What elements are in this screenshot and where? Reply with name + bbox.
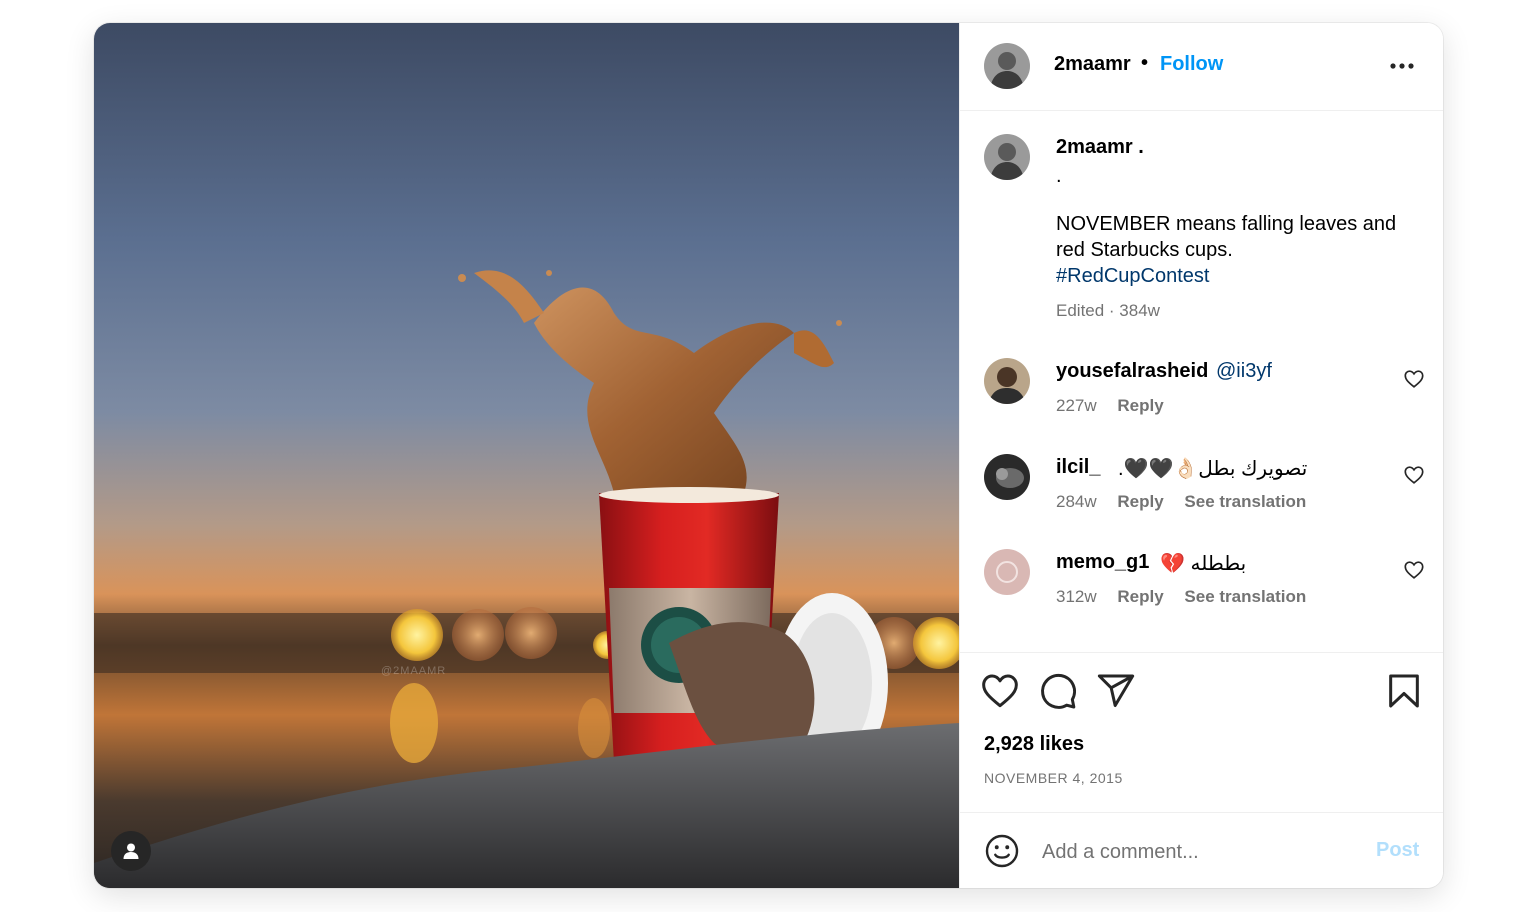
reply-button[interactable]: Reply: [1117, 396, 1163, 415]
commenter-avatar[interactable]: [984, 549, 1030, 595]
heart-icon[interactable]: [980, 671, 1020, 711]
post-date: NOVEMBER 4, 2015: [984, 770, 1123, 786]
caption-author-avatar[interactable]: [984, 134, 1030, 180]
follow-button[interactable]: Follow: [1160, 53, 1223, 76]
add-comment-bar: Post: [960, 812, 1443, 888]
comment-time: 284w: [1056, 492, 1097, 511]
reply-button[interactable]: Reply: [1117, 587, 1163, 606]
bookmark-icon[interactable]: [1384, 671, 1424, 711]
comments-scroll-area[interactable]: 2maamr . . NOVEMBER means falling leaves…: [960, 111, 1443, 651]
post-comment-button[interactable]: Post: [1376, 839, 1419, 862]
more-horizontal-icon: [1390, 63, 1414, 69]
comment-meta: 227w Reply: [1056, 396, 1180, 416]
comment-meta: 284w Reply See translation: [1056, 492, 1322, 512]
author-username[interactable]: 2maamr: [1054, 53, 1131, 76]
comment-username[interactable]: ilcil_: [1056, 456, 1100, 479]
commenter-avatar[interactable]: [984, 454, 1030, 500]
comment-icon[interactable]: [1038, 671, 1078, 711]
caption-text-line-1: NOVEMBER means falling leaves and: [1056, 213, 1397, 235]
comment-like-icon[interactable]: [1403, 368, 1425, 390]
caption-text-line-2: red Starbucks cups.: [1056, 239, 1233, 261]
comment-time: 227w: [1056, 396, 1097, 415]
comment-item: ilcil_ .🖤🖤👌🏻تصويرك بطل 284w Reply See tr…: [960, 454, 1443, 544]
header-separator: •: [1141, 52, 1149, 74]
more-options-button[interactable]: [1386, 50, 1418, 82]
likes-count[interactable]: 2,928 likes: [984, 733, 1084, 756]
author-avatar[interactable]: [984, 43, 1030, 89]
caption-hashtag[interactable]: #RedCupContest: [1056, 265, 1209, 288]
avatar-image: [984, 358, 1030, 404]
post-photo[interactable]: @2MAAMR: [94, 23, 959, 888]
avatar-image: [984, 134, 1030, 180]
comment-like-icon[interactable]: [1403, 559, 1425, 581]
avatar-image: [984, 549, 1030, 595]
post-side-panel: 2maamr • Follow 2maamr . . NOVEMBER mean…: [959, 23, 1443, 888]
comment-like-icon[interactable]: [1403, 464, 1425, 486]
caption-username[interactable]: 2maamr .: [1056, 136, 1144, 159]
comment-input[interactable]: [1040, 833, 1344, 871]
emoji-icon[interactable]: [984, 833, 1020, 869]
comment-text: .🖤🖤👌🏻تصويرك بطل: [1118, 458, 1308, 480]
caption-meta: Edited · 384w: [1056, 301, 1160, 320]
avatar-image: [984, 454, 1030, 500]
comment-meta: 312w Reply See translation: [1056, 587, 1322, 607]
reply-button[interactable]: Reply: [1117, 492, 1163, 511]
comment-item: yousefalrasheid @ii3yf 227w Reply: [960, 358, 1443, 448]
comment-username[interactable]: yousefalrasheid: [1056, 360, 1208, 383]
caption-dot-line: .: [1056, 165, 1062, 187]
see-translation-button[interactable]: See translation: [1184, 587, 1306, 606]
comment-text: 💔 بططله: [1160, 553, 1247, 575]
see-translation-button[interactable]: See translation: [1184, 492, 1306, 511]
comment-username[interactable]: memo_g1: [1056, 551, 1149, 574]
share-icon[interactable]: [1096, 671, 1136, 711]
tagged-users-button[interactable]: [111, 831, 151, 871]
comment-time: 312w: [1056, 587, 1097, 606]
comment-mention[interactable]: @ii3yf: [1216, 360, 1272, 383]
comment-item: memo_g1 💔 بططله 312w Reply See translati…: [960, 549, 1443, 639]
avatar-image: [984, 43, 1030, 89]
photo-scene: @2MAAMR: [94, 23, 959, 888]
commenter-avatar[interactable]: [984, 358, 1030, 404]
post-dialog: @2MAAMR 2maamr • Follow 2maamr . . NOVEM…: [94, 23, 1443, 888]
post-actions: 2,928 likes NOVEMBER 4, 2015: [960, 652, 1443, 813]
user-icon: [123, 843, 139, 859]
post-header: 2maamr • Follow: [960, 23, 1443, 111]
photo-watermark: @2MAAMR: [381, 665, 446, 677]
